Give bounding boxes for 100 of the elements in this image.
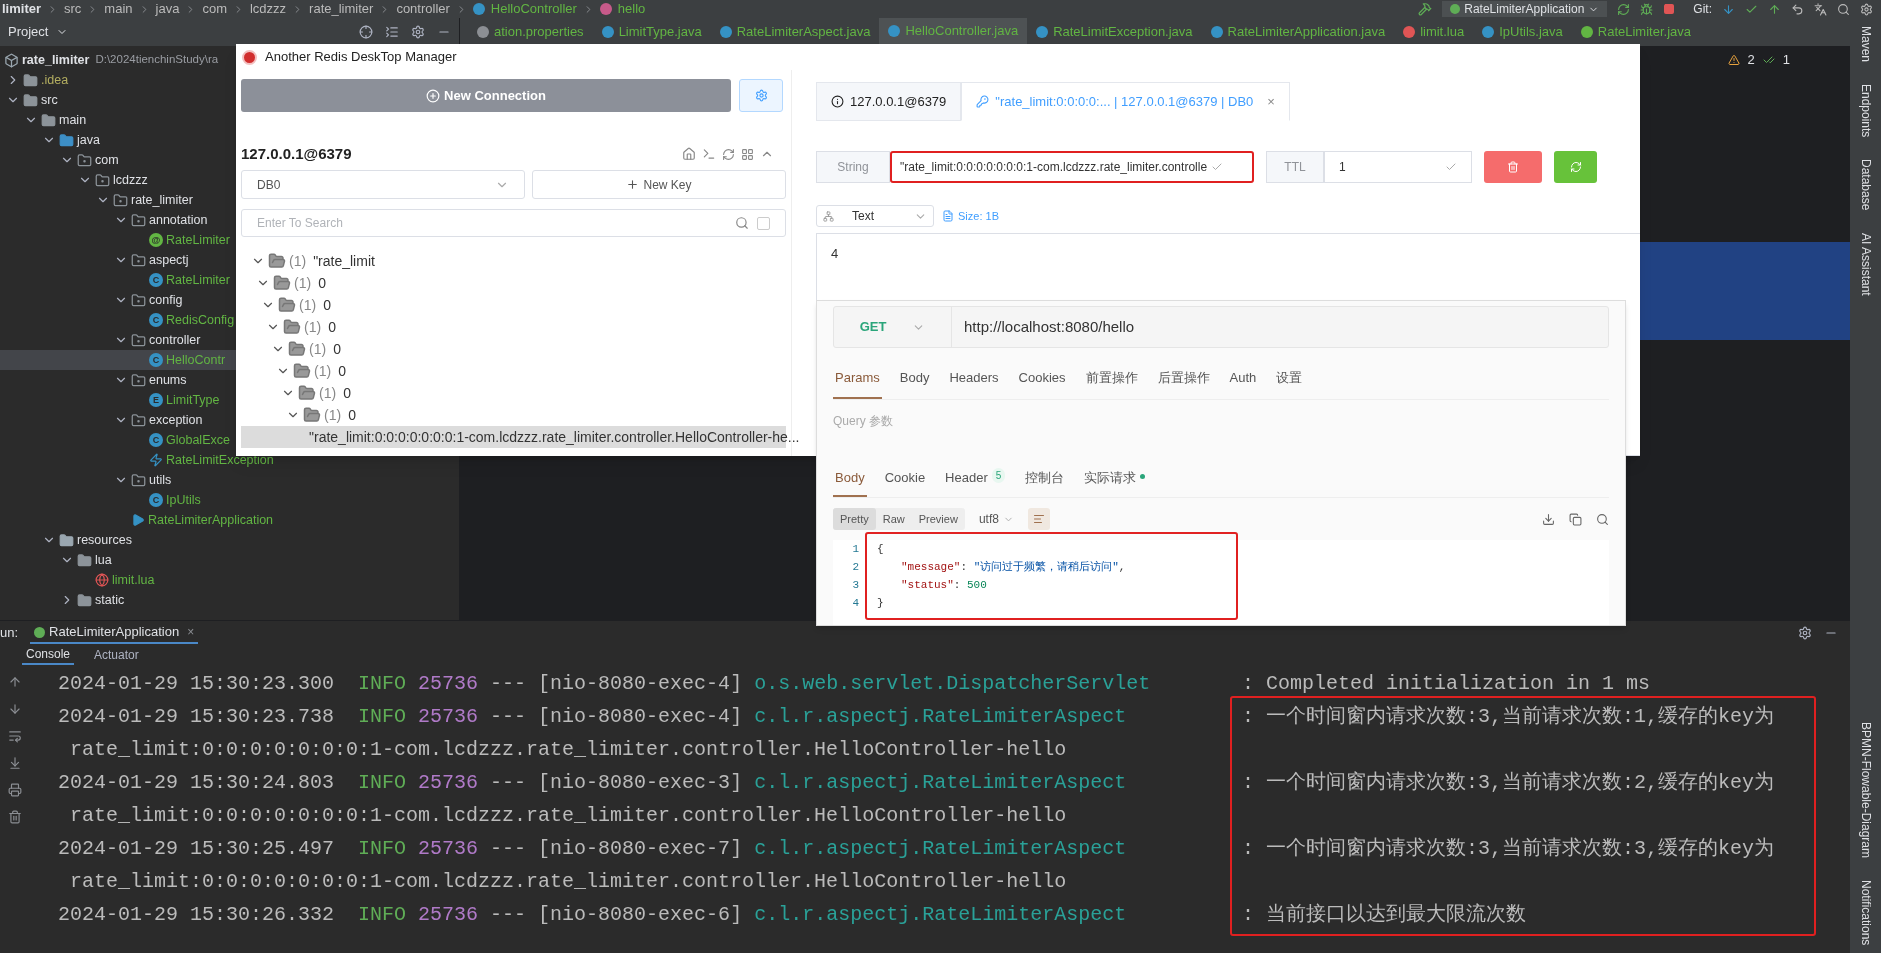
- editor-tab[interactable]: LimitType.java: [592, 18, 711, 46]
- breadcrumb-item[interactable]: main: [104, 0, 133, 19]
- wrap-button[interactable]: [1027, 508, 1050, 530]
- response-tab[interactable]: Header 5: [943, 468, 1008, 497]
- tree-row[interactable]: main: [0, 110, 459, 130]
- key-name-field[interactable]: "rate_limit:0:0:0:0:0:0:0:1-com.lcdzzz.rate_limiter.controlle: [890, 151, 1254, 183]
- editor-tab[interactable]: ation.properties: [468, 18, 593, 46]
- new-key-button[interactable]: New Key: [532, 170, 786, 199]
- editor-tab[interactable]: limit.lua: [1394, 18, 1474, 46]
- editor-tab[interactable]: RateLimitException.java: [1027, 18, 1202, 46]
- hammer-icon[interactable]: [1418, 2, 1433, 16]
- print-icon[interactable]: [8, 783, 22, 797]
- editor-tab[interactable]: RateLimiterAspect.java: [710, 18, 880, 46]
- close-button[interactable]: ×: [1267, 91, 1275, 112]
- breadcrumb-item[interactable]: limiter: [2, 0, 41, 19]
- save-icon[interactable]: [1542, 512, 1555, 526]
- key-folder-row[interactable]: (1) 0: [241, 294, 786, 316]
- editor-tab[interactable]: IpUtils.java: [1473, 18, 1572, 46]
- locate-icon[interactable]: [359, 25, 373, 39]
- project-view-dropdown[interactable]: Project: [8, 22, 69, 42]
- settings-icon[interactable]: [411, 25, 425, 39]
- run-config-dropdown[interactable]: RateLimiterApplication: [1442, 1, 1608, 17]
- close-button[interactable]: ×: [187, 623, 195, 641]
- tree-row[interactable]: static: [0, 590, 459, 610]
- run-tab[interactable]: RateLimiterApplication ×: [30, 622, 199, 644]
- request-tab[interactable]: Auth: [1227, 368, 1259, 399]
- request-tab[interactable]: Body: [897, 368, 932, 399]
- tree-row[interactable]: RateLimitException: [0, 450, 459, 470]
- tree-row[interactable]: limit.lua: [0, 570, 459, 590]
- arrow-down-icon[interactable]: [8, 702, 22, 716]
- tool-window-button[interactable]: Notifications: [1856, 879, 1875, 945]
- tool-window-button[interactable]: Database: [1856, 159, 1875, 211]
- breadcrumb-item[interactable]: java: [155, 0, 180, 19]
- home-icon[interactable]: [682, 147, 696, 161]
- request-tab[interactable]: 前置操作: [1083, 368, 1140, 399]
- update-icon[interactable]: [1722, 2, 1735, 16]
- translate-icon[interactable]: [1814, 2, 1827, 16]
- tool-window-button[interactable]: AI Assistant: [1856, 232, 1875, 296]
- encoding-select[interactable]: utf8: [978, 510, 1014, 528]
- view-mode-tab[interactable]: Raw: [875, 508, 912, 530]
- connection-tab[interactable]: 127.0.0.1@6379: [816, 82, 962, 121]
- key-folder-row[interactable]: (1) 0: [241, 316, 786, 338]
- request-tab[interactable]: Headers: [947, 368, 1001, 399]
- tree-row[interactable]: utils: [0, 470, 459, 490]
- response-tab[interactable]: 控制台: [1023, 468, 1067, 497]
- rerun-icon[interactable]: [1617, 2, 1631, 16]
- copy-icon[interactable]: [1569, 512, 1582, 526]
- request-tab[interactable]: Params: [833, 368, 882, 399]
- refresh-icon[interactable]: [722, 147, 735, 161]
- arrow-up-icon[interactable]: [8, 675, 22, 689]
- request-tab[interactable]: 后置操作: [1155, 368, 1212, 399]
- key-folder-row[interactable]: (1) 0: [241, 272, 786, 294]
- breadcrumb-item[interactable]: controller: [396, 0, 450, 19]
- trash-icon[interactable]: [8, 810, 22, 824]
- db-select[interactable]: DB0: [241, 170, 525, 199]
- request-tab[interactable]: Cookies: [1016, 368, 1068, 399]
- connection-tab[interactable]: "rate_limit:0:0:0:0:... | 127.0.0.1@6379 | DB0 ×: [961, 82, 1290, 121]
- tree-row[interactable]: C IpUtils: [0, 490, 459, 510]
- response-tab[interactable]: 实际请求: [1082, 468, 1148, 497]
- key-folder-row[interactable]: (1) "rate_limit: [241, 250, 786, 272]
- breadcrumb-item[interactable]: hello: [617, 0, 646, 19]
- checkbox[interactable]: [757, 216, 770, 230]
- tool-window-button[interactable]: BPMN-Flowable-Diagram: [1856, 721, 1875, 858]
- breadcrumb-item[interactable]: lcdzzz: [249, 0, 287, 19]
- tree-row[interactable]: lua: [0, 550, 459, 570]
- wrap-icon[interactable]: [8, 729, 22, 743]
- search-field[interactable]: Enter To Search: [241, 209, 786, 237]
- response-tab[interactable]: Cookie: [882, 468, 928, 497]
- grid-icon[interactable]: [741, 147, 754, 161]
- ttl-field[interactable]: 1: [1324, 151, 1472, 183]
- bug-icon[interactable]: [1640, 2, 1654, 16]
- settings-icon[interactable]: [1798, 626, 1812, 640]
- key-folder-row[interactable]: (1) 0: [241, 382, 786, 404]
- undo-icon[interactable]: [1791, 2, 1804, 16]
- tree-row[interactable]: resources: [0, 530, 459, 550]
- scroll-end-icon[interactable]: [8, 756, 22, 770]
- editor-tab[interactable]: RateLimiter.java: [1571, 18, 1700, 46]
- tool-window-button[interactable]: Endpoints: [1856, 84, 1875, 138]
- push-icon[interactable]: [1768, 2, 1781, 16]
- terminal-icon[interactable]: [702, 147, 716, 161]
- breadcrumb-item[interactable]: rate_limiter: [309, 0, 374, 19]
- stop-icon[interactable]: [1663, 3, 1676, 15]
- breadcrumb-item[interactable]: HelloController: [490, 0, 577, 19]
- tool-window-button[interactable]: Maven: [1856, 26, 1875, 63]
- key-folder-row[interactable]: (1) 0: [241, 404, 786, 426]
- breadcrumb-item[interactable]: com: [202, 0, 227, 19]
- response-tab[interactable]: Body: [833, 468, 867, 497]
- search-icon[interactable]: [1837, 2, 1850, 16]
- search-icon[interactable]: [1596, 512, 1609, 526]
- editor-tab[interactable]: RateLimiterApplication.java: [1201, 18, 1395, 46]
- view-mode-tab[interactable]: Pretty: [833, 508, 876, 530]
- settings-icon[interactable]: [1860, 2, 1873, 16]
- request-tab[interactable]: 设置: [1274, 368, 1305, 399]
- view-mode-tab[interactable]: Preview: [911, 508, 965, 530]
- format-select[interactable]: Text: [816, 205, 934, 227]
- collapse-icon[interactable]: [385, 25, 399, 39]
- console-tab[interactable]: Actuator: [90, 645, 143, 665]
- breadcrumb-item[interactable]: src: [64, 0, 82, 19]
- tree-row[interactable]: RateLimiterApplication: [0, 510, 459, 530]
- console-tab[interactable]: Console: [22, 645, 75, 665]
